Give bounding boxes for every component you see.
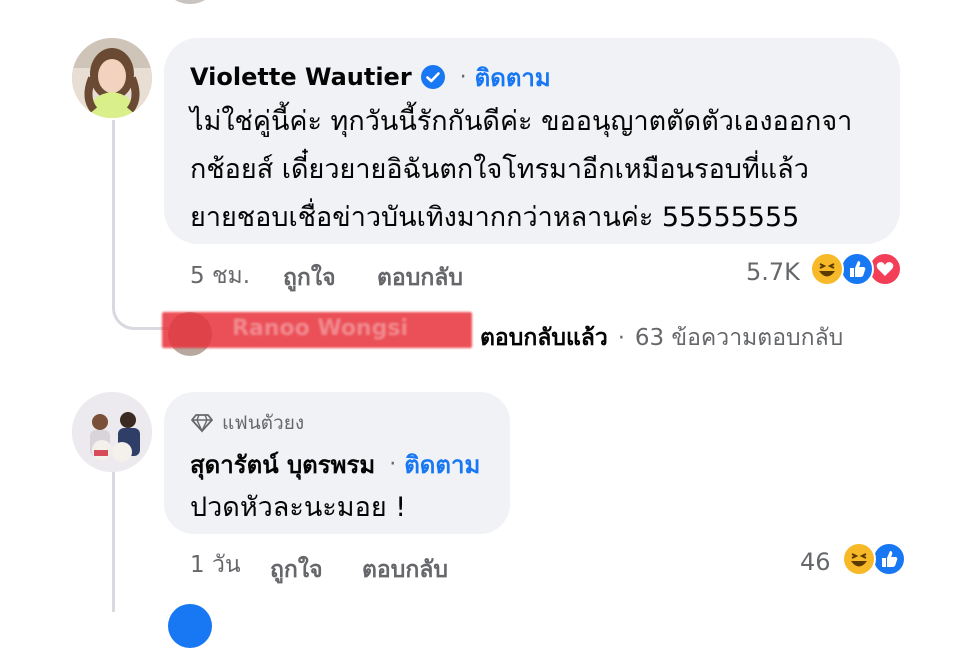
- comment-time[interactable]: 1 วัน: [190, 547, 241, 583]
- author-name[interactable]: สุดารัตน์ บุตรพรม: [190, 445, 375, 484]
- haha-reaction-icon: [842, 542, 876, 576]
- like-button[interactable]: ถูกใจ: [283, 260, 336, 296]
- comment-text-line-1: ไม่ใช่คู่นี้ค่ะ ทุกวันนี้รักกันดีค่ะ ขออ…: [190, 106, 853, 137]
- fan-badge-label: แฟนตัวยง: [222, 412, 305, 434]
- reply-summary[interactable]: ตอบกลับแล้ว · 63 ข้อความตอบกลับ: [480, 320, 843, 356]
- haha-reaction-icon: [810, 252, 844, 286]
- commenter-avatar[interactable]: [72, 392, 152, 472]
- blurred-replier-name: Ranoo Wongsi: [232, 316, 408, 341]
- separator-dot: ·: [617, 325, 625, 351]
- next-avatar[interactable]: [168, 604, 212, 648]
- verified-badge-icon: [420, 64, 446, 90]
- comment-time[interactable]: 5 ชม.: [190, 258, 250, 294]
- author-name[interactable]: Violette Wautier: [190, 63, 412, 91]
- thread-line: [112, 120, 115, 310]
- comment-text-line-3: ยายชอบเชื่อข่าวบันเทิงมากกว่าหลานค่ะ 555…: [190, 202, 800, 233]
- diamond-icon: [190, 413, 214, 433]
- reactions-group[interactable]: [808, 252, 908, 288]
- follow-button[interactable]: ติดตาม: [404, 445, 480, 484]
- reply-button[interactable]: ตอบกลับ: [362, 552, 448, 588]
- thread-line: [112, 470, 115, 612]
- reactions-group[interactable]: [840, 542, 910, 578]
- blurred-name-redaction: Ranoo Wongsi: [162, 312, 472, 348]
- like-reaction-icon: [840, 252, 874, 286]
- like-button[interactable]: ถูกใจ: [270, 552, 323, 588]
- fan-badge: แฟนตัวยง: [190, 408, 304, 438]
- comment-header: สุดารัตน์ บุตรพรม · ติดตาม: [190, 447, 480, 481]
- reaction-count[interactable]: 46: [800, 548, 831, 576]
- thread-curve: [112, 290, 168, 330]
- replied-label: ตอบกลับแล้ว: [480, 325, 608, 351]
- comment-text-line-2: กช้อยส์ เดี๋ยวยายอิฉันตกใจโทรมาอีกเหมือน…: [190, 154, 809, 185]
- reaction-count[interactable]: 5.7K: [746, 258, 800, 286]
- follow-button[interactable]: ติดตาม: [475, 58, 551, 97]
- separator-dot: ·: [459, 64, 467, 90]
- reply-count: 63 ข้อความตอบกลับ: [634, 325, 844, 351]
- previous-avatar[interactable]: [168, 0, 212, 4]
- reply-button[interactable]: ตอบกลับ: [377, 260, 463, 296]
- like-reaction-icon: [872, 542, 906, 576]
- separator-dot: ·: [389, 451, 397, 477]
- comment-text: ปวดหัวละนะมอย !: [190, 492, 407, 523]
- comment-header: Violette Wautier · ติดตาม: [190, 60, 551, 94]
- commenter-avatar[interactable]: [72, 38, 152, 118]
